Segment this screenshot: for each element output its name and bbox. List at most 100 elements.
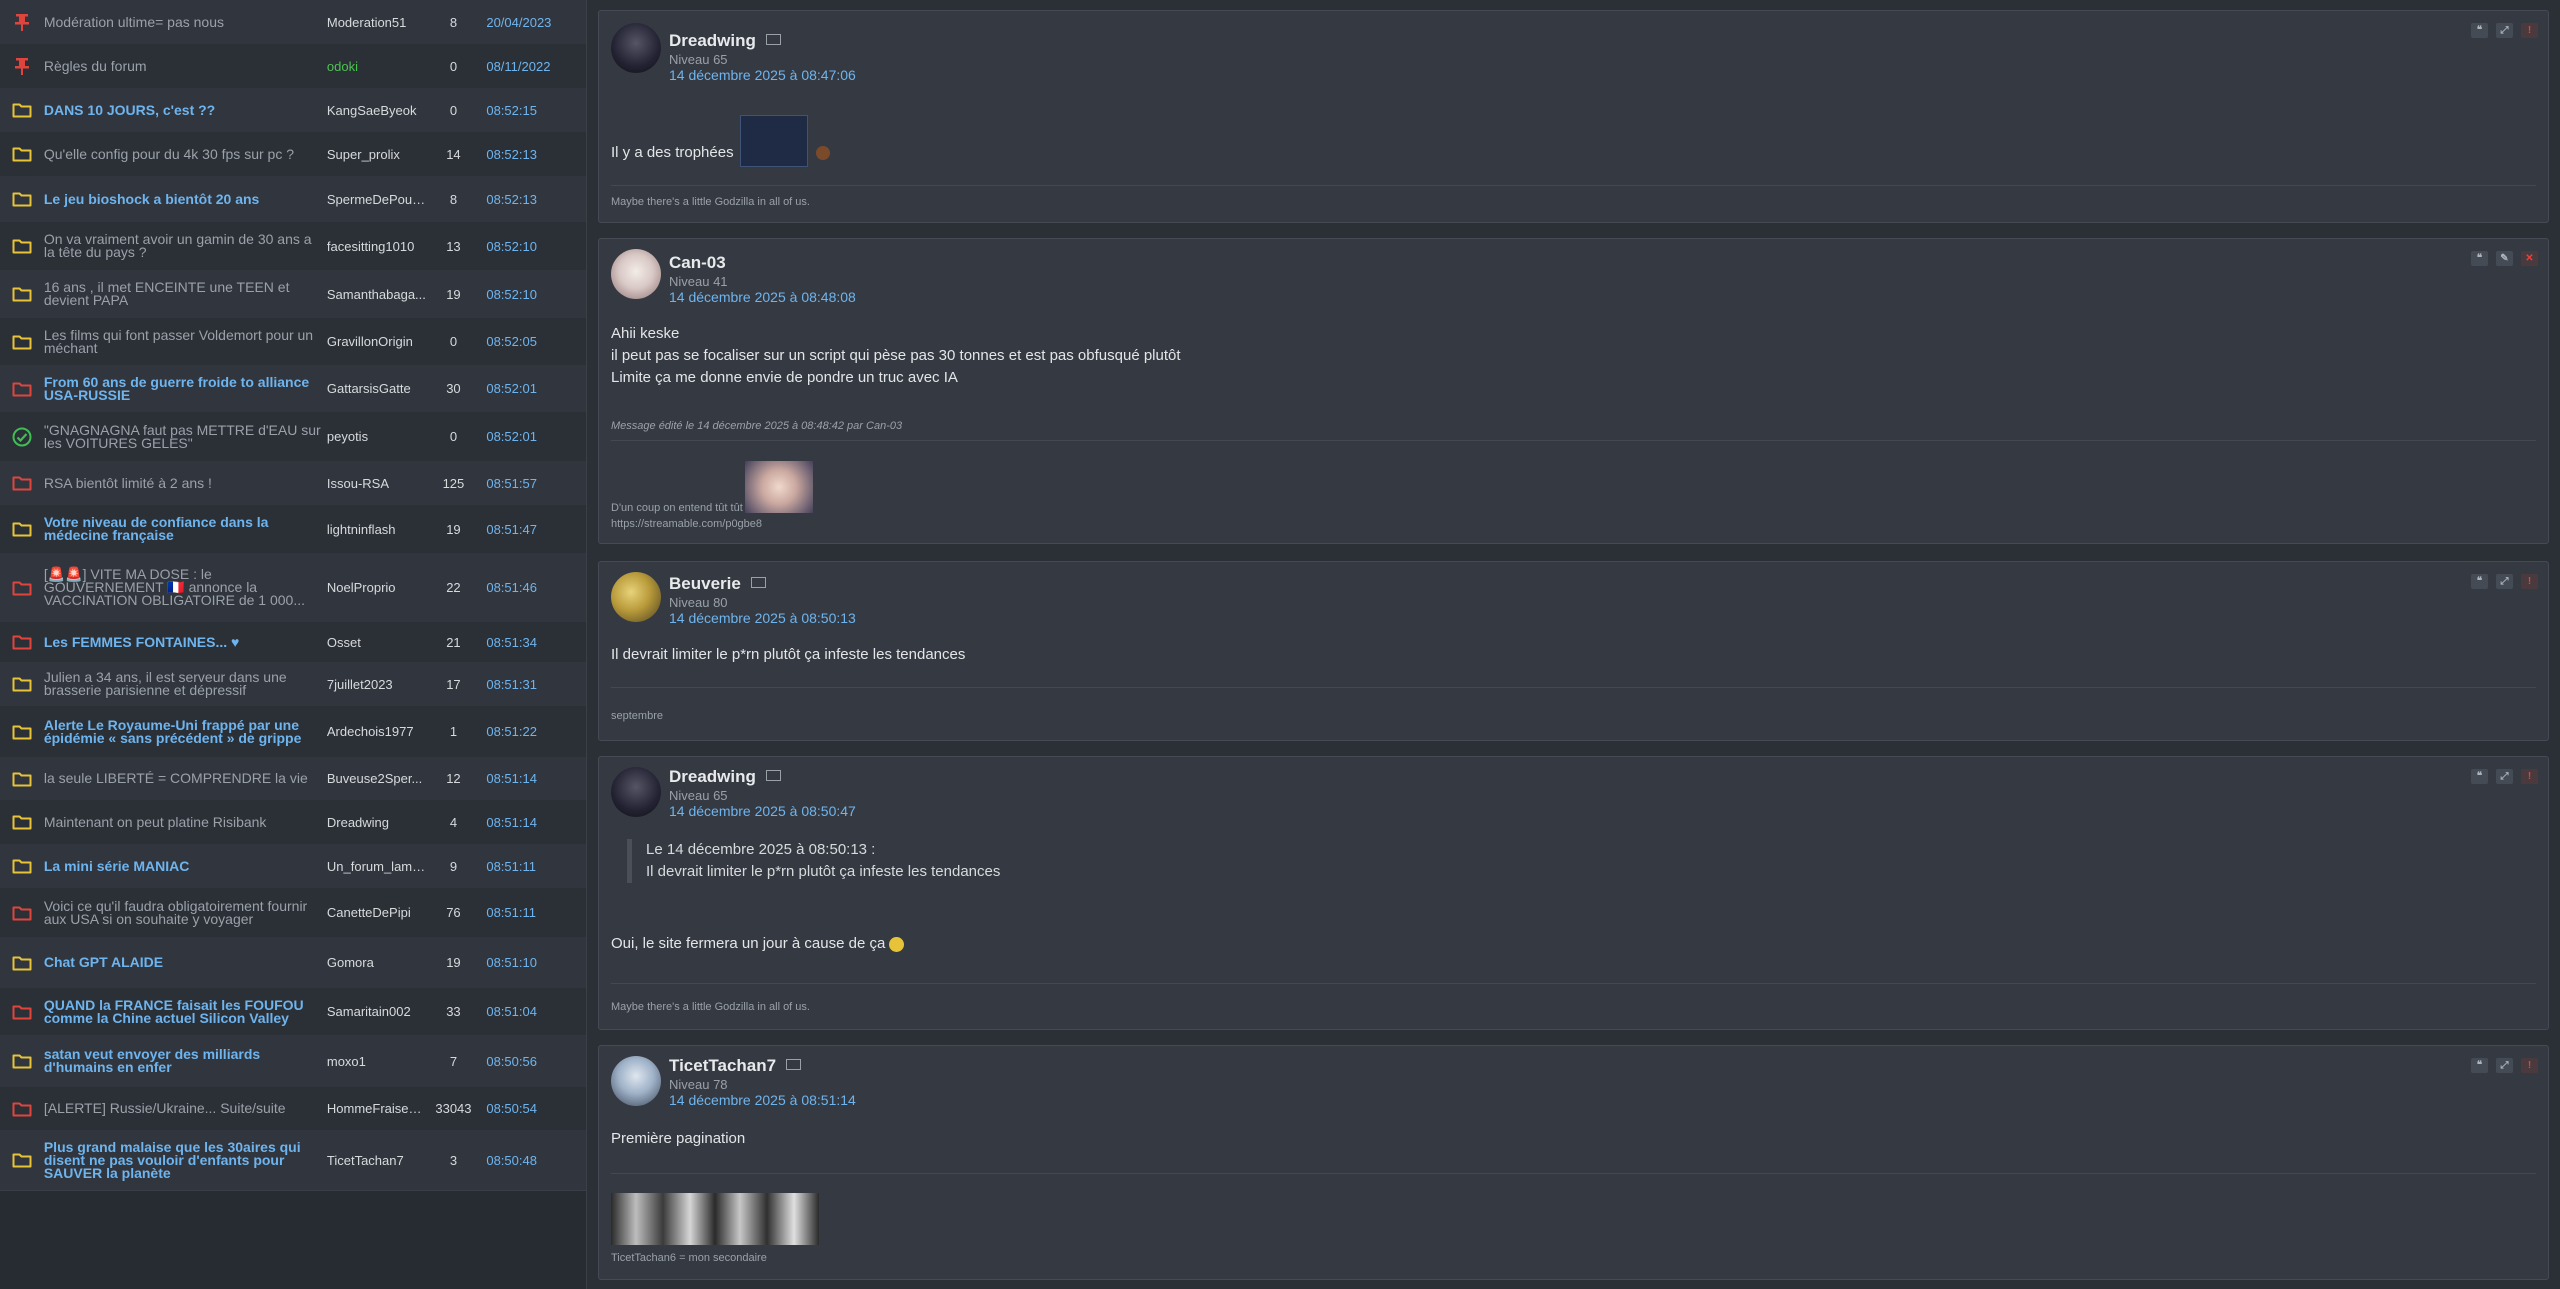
topic-author[interactable]: moxo1 — [327, 1054, 427, 1069]
topic-author[interactable]: Dreadwing — [327, 815, 427, 830]
topic-author[interactable]: Un_forum_lamb... — [327, 859, 427, 874]
topic-author[interactable]: Issou-RSA — [327, 476, 427, 491]
last-message-date[interactable]: 08:52:01 — [480, 429, 586, 444]
topic-row[interactable]: Qu'elle config pour du 4k 30 fps sur pc … — [0, 132, 586, 177]
topic-row[interactable]: Règles du forum odoki 0 08/11/2022 — [0, 44, 586, 89]
topic-author[interactable]: GravillonOrigin — [327, 334, 427, 349]
last-message-date[interactable]: 08:52:13 — [480, 192, 586, 207]
last-message-date[interactable]: 08:51:31 — [480, 677, 586, 692]
post-author[interactable]: TicetTachan7 — [669, 1056, 776, 1075]
topic-row[interactable]: [ALERTE] Russie/Ukraine... Suite/suite Ho… — [0, 1087, 586, 1131]
topic-title[interactable]: Plus grand malaise que les 30aires qui d… — [44, 1140, 327, 1180]
post-date[interactable]: 14 décembre 2025 à 08:50:47 — [669, 803, 856, 819]
topic-title[interactable]: la seule LIBERTÉ = COMPRENDRE la vie — [44, 771, 327, 785]
topic-row[interactable]: Plus grand malaise que les 30aires qui d… — [0, 1130, 586, 1191]
trophy-screenshot[interactable] — [739, 115, 808, 167]
post-date[interactable]: 14 décembre 2025 à 08:50:13 — [669, 610, 856, 626]
report-icon[interactable]: ! — [2521, 769, 2538, 784]
avatar[interactable] — [611, 23, 661, 73]
topic-row[interactable]: From 60 ans de guerre froide to alliance… — [0, 365, 586, 413]
topic-title[interactable]: Le jeu bioshock a bientôt 20 ans — [44, 192, 327, 206]
topic-title[interactable]: QUAND la FRANCE faisait les FOUFOU comme… — [44, 998, 327, 1025]
topic-title[interactable]: [🚨🚨] VITE MA DOSE : le GOUVERNEMENT 🇫🇷 a… — [44, 567, 327, 607]
topic-title[interactable]: La mini série MANIAC — [44, 859, 327, 873]
topic-row[interactable]: DANS 10 JOURS, c'est ?? KangSaeByeok 0 08:5… — [0, 88, 586, 133]
quote-icon[interactable]: ❝ — [2471, 769, 2488, 784]
topic-author[interactable]: Samaritain002 — [327, 1004, 427, 1019]
topic-author[interactable]: 7juillet2023 — [327, 677, 427, 692]
topic-row[interactable]: Maintenant on peut platine Risibank Dread… — [0, 800, 586, 845]
topic-title[interactable]: satan veut envoyer des milliards d'humai… — [44, 1047, 327, 1074]
topic-title[interactable]: 16 ans , il met ENCEINTE une TEEN et dev… — [44, 280, 327, 307]
topic-author[interactable]: Osset — [327, 635, 427, 650]
avatar[interactable] — [611, 1056, 661, 1106]
topic-author[interactable]: facesitting1010 — [327, 239, 427, 254]
topic-row[interactable]: QUAND la FRANCE faisait les FOUFOU comme… — [0, 988, 586, 1036]
topic-title[interactable]: On va vraiment avoir un gamin de 30 ans … — [44, 232, 327, 259]
topic-author[interactable]: Gomora — [327, 955, 427, 970]
topic-row[interactable]: Les FEMMES FONTAINES... ♥ Osset 21 08:51:34 — [0, 622, 586, 663]
post-author[interactable]: Dreadwing — [669, 767, 756, 786]
mail-icon[interactable] — [786, 1059, 802, 1071]
topic-author[interactable]: CanetteDePipi — [327, 905, 427, 920]
last-message-date[interactable]: 08:51:11 — [480, 859, 586, 874]
topic-row[interactable]: Votre niveau de confiance dans la médeci… — [0, 505, 586, 554]
topic-author[interactable]: Moderation51 — [327, 15, 427, 30]
expand-icon[interactable]: ⤢ — [2496, 1058, 2513, 1073]
topic-title[interactable]: Maintenant on peut platine Risibank — [44, 815, 327, 829]
topic-author[interactable]: odoki — [327, 59, 427, 74]
last-message-date[interactable]: 08:52:05 — [480, 334, 586, 349]
expand-icon[interactable]: ⤢ — [2496, 574, 2513, 589]
topic-author[interactable]: Buveuse2Sper... — [327, 771, 427, 786]
avatar[interactable] — [611, 249, 661, 299]
last-message-date[interactable]: 08:51:47 — [480, 522, 586, 537]
last-message-date[interactable]: 20/04/2023 — [480, 15, 586, 30]
last-message-date[interactable]: 08:51:14 — [480, 771, 586, 786]
post-author[interactable]: Beuverie — [669, 574, 741, 593]
topic-author[interactable]: GattarsisGatte — [327, 381, 427, 396]
expand-icon[interactable]: ⤢ — [2496, 23, 2513, 38]
topic-title[interactable]: DANS 10 JOURS, c'est ?? — [44, 103, 327, 117]
topic-row[interactable]: satan veut envoyer des milliards d'humai… — [0, 1035, 586, 1088]
topic-row[interactable]: "GNAGNAGNA faut pas METTRE d'EAU sur les… — [0, 412, 586, 462]
topic-row[interactable]: 16 ans , il met ENCEINTE une TEEN et dev… — [0, 270, 586, 319]
topic-row[interactable]: Julien a 34 ans, il est serveur dans une… — [0, 662, 586, 707]
topic-title[interactable]: Les films qui font passer Voldemort pour… — [44, 328, 327, 355]
mail-icon[interactable] — [765, 34, 781, 46]
topic-title[interactable]: RSA bientôt limité à 2 ans ! — [44, 476, 327, 490]
topic-row[interactable]: la seule LIBERTÉ = COMPRENDRE la vie Buve… — [0, 757, 586, 801]
last-message-date[interactable]: 08:50:48 — [480, 1153, 586, 1168]
topic-row[interactable]: Modération ultime= pas nous Moderation51 8… — [0, 0, 586, 45]
topic-author[interactable]: lightninflash — [327, 522, 427, 537]
quote-icon[interactable]: ❝ — [2471, 574, 2488, 589]
last-message-date[interactable]: 08:52:13 — [480, 147, 586, 162]
topic-title[interactable]: Modération ultime= pas nous — [44, 15, 327, 29]
last-message-date[interactable]: 08:51:04 — [480, 1004, 586, 1019]
topic-title[interactable]: Qu'elle config pour du 4k 30 fps sur pc … — [44, 147, 327, 161]
topic-author[interactable]: NoelProprio — [327, 580, 427, 595]
topic-row[interactable]: RSA bientôt limité à 2 ans ! Issou-RSA 125… — [0, 461, 586, 506]
topic-title[interactable]: Alerte Le Royaume-Uni frappé par une épi… — [44, 718, 327, 745]
quote-icon[interactable]: ❝ — [2471, 1058, 2488, 1073]
topic-title[interactable]: Julien a 34 ans, il est serveur dans une… — [44, 670, 327, 697]
post-date[interactable]: 14 décembre 2025 à 08:48:08 — [669, 289, 856, 305]
quote-icon[interactable]: ❝ — [2471, 23, 2488, 38]
last-message-date[interactable]: 08:50:54 — [480, 1101, 586, 1116]
topic-author[interactable]: KangSaeByeok — [327, 103, 427, 118]
topic-title[interactable]: [ALERTE] Russie/Ukraine... Suite/suite — [44, 1101, 327, 1115]
report-icon[interactable]: ! — [2521, 1058, 2538, 1073]
last-message-date[interactable]: 08:51:57 — [480, 476, 586, 491]
signature-gif[interactable] — [745, 461, 813, 513]
last-message-date[interactable]: 08/11/2022 — [480, 59, 586, 74]
quote-icon[interactable]: ❝ — [2471, 251, 2488, 266]
topic-title[interactable]: Les FEMMES FONTAINES... ♥ — [44, 635, 327, 649]
avatar[interactable] — [611, 572, 661, 622]
topic-author[interactable]: peyotis — [327, 429, 427, 444]
signature-link[interactable]: https://streamable.com/p0gbe8 — [611, 518, 762, 530]
edit-icon[interactable]: ✎ — [2496, 251, 2513, 266]
topic-author[interactable]: HommeFraiseB... — [327, 1101, 427, 1116]
last-message-date[interactable]: 08:51:10 — [480, 955, 586, 970]
post-date[interactable]: 14 décembre 2025 à 08:51:14 — [669, 1092, 856, 1108]
topic-author[interactable]: Super_prolix — [327, 147, 427, 162]
last-message-date[interactable]: 08:50:56 — [480, 1054, 586, 1069]
